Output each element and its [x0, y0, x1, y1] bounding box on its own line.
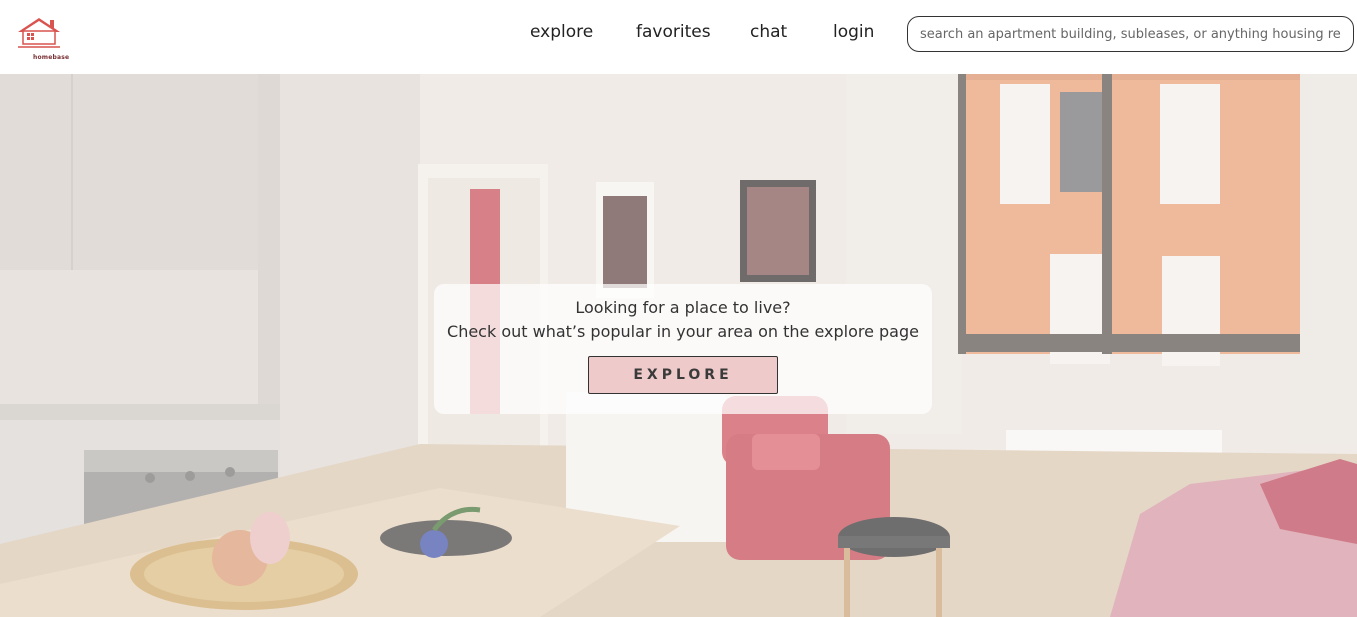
- cta-card: Looking for a place to live? Check out w…: [434, 284, 932, 414]
- logo[interactable]: homebase: [14, 16, 69, 61]
- nav-login[interactable]: login: [833, 22, 874, 42]
- navbar: homebase explore favorites chat login: [0, 0, 1357, 74]
- nav-explore[interactable]: explore: [530, 22, 593, 42]
- search-box: [907, 16, 1354, 52]
- search-input[interactable]: [908, 17, 1353, 51]
- cta-subtext: Check out what’s popular in your area on…: [447, 322, 919, 341]
- cta-headline: Looking for a place to live?: [575, 298, 791, 317]
- explore-button[interactable]: EXPLORE: [588, 356, 778, 394]
- nav-chat[interactable]: chat: [750, 22, 787, 42]
- nav-favorites[interactable]: favorites: [636, 22, 711, 42]
- logo-text: homebase: [33, 54, 70, 61]
- house-icon: [18, 18, 60, 48]
